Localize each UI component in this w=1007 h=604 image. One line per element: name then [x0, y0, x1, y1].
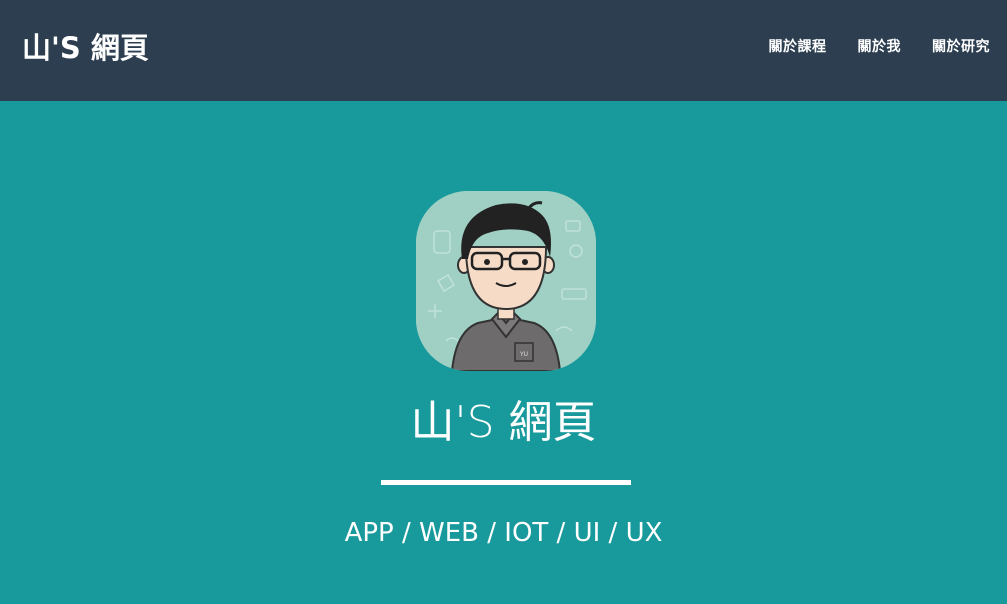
avatar-illustration: YU	[416, 191, 596, 371]
nav-link-about-me[interactable]: 關於我	[858, 37, 902, 57]
hero-title: 山'S 網頁	[410, 397, 597, 448]
hero-divider	[381, 480, 631, 485]
brand-link[interactable]: 山'S 網頁	[22, 28, 149, 68]
nav-link-about-course[interactable]: 關於課程	[769, 37, 827, 57]
nav-link-about-research[interactable]: 關於研究	[932, 37, 990, 57]
top-navbar: 山'S 網頁 關於課程 關於我 關於研究	[0, 0, 1007, 101]
avatar: YU	[416, 191, 596, 371]
hero-subtitle: APP / WEB / IOT / UI / UX	[344, 518, 663, 548]
avatar-badge-text: YU	[519, 351, 528, 358]
hero-section: YU 山'S 網頁 APP / WEB / IOT / UI / UX	[0, 101, 1007, 604]
nav-menu: 關於課程 關於我 關於研究	[738, 37, 991, 57]
